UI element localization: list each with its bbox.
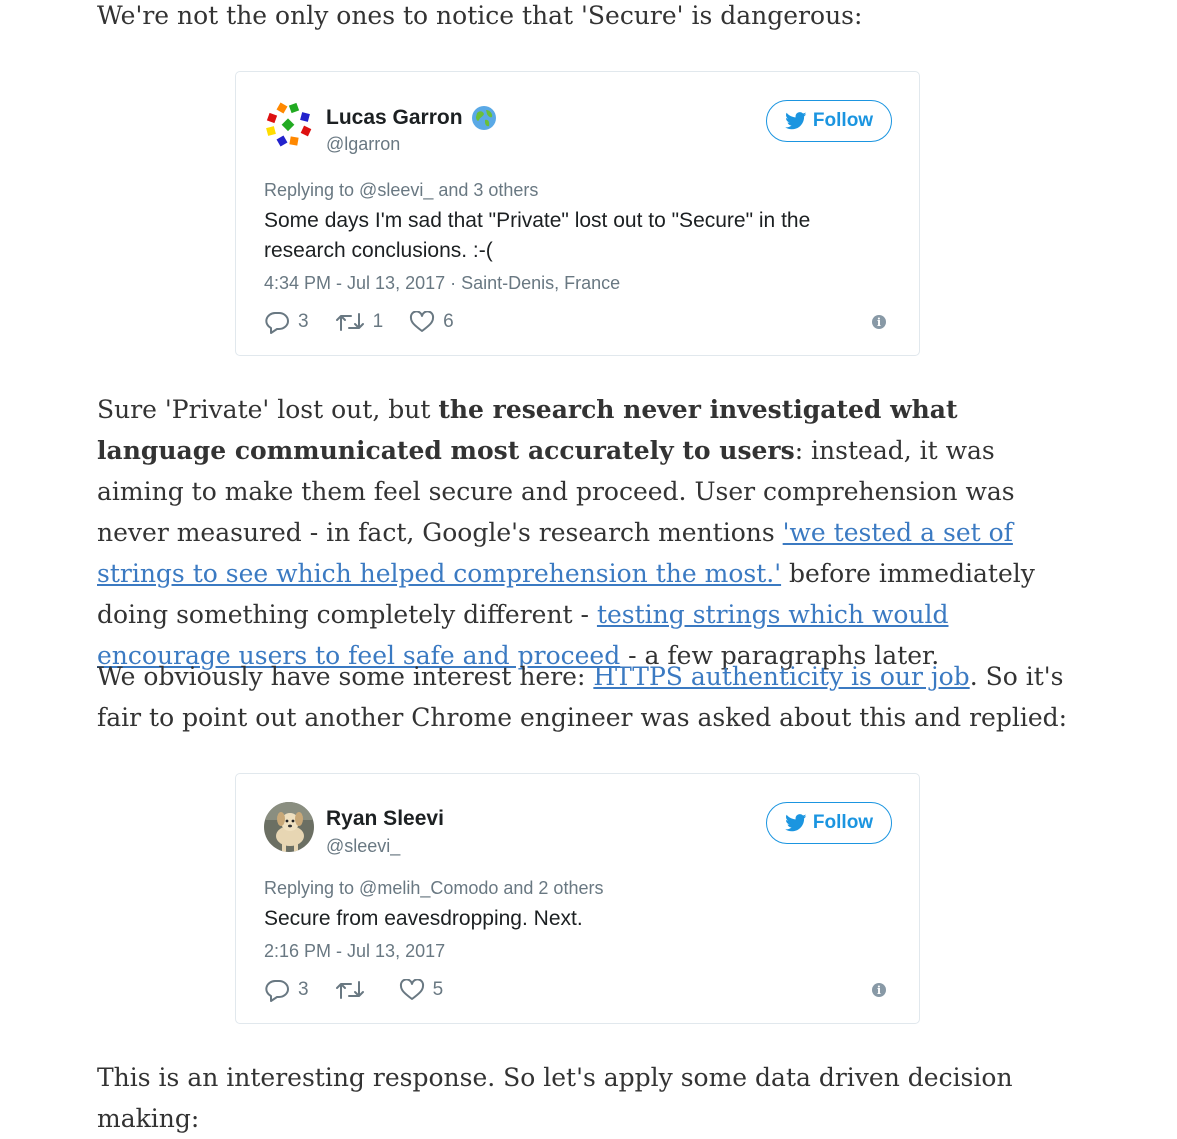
article-paragraph: We obviously have some interest here: HT… xyxy=(97,656,1077,738)
retweet-count: 1 xyxy=(372,311,384,332)
article-paragraph: Sure 'Private' lost out, but the researc… xyxy=(97,389,1077,676)
embedded-tweet: Lucas Garron @lgarron Follow Replying to… xyxy=(235,71,920,356)
reply-count: 3 xyxy=(298,979,309,1000)
info-icon[interactable]: i xyxy=(872,983,886,997)
replying-to[interactable]: Replying to @melih_Comodo and 2 others xyxy=(264,878,603,899)
tweet-author-name[interactable]: Lucas Garron xyxy=(326,105,497,131)
reply-icon xyxy=(265,980,289,1002)
replying-to[interactable]: Replying to @sleevi_ and 3 others xyxy=(264,180,538,201)
avatar[interactable] xyxy=(264,802,314,852)
twitter-bird-icon xyxy=(785,112,807,130)
retweet-icon xyxy=(335,313,364,331)
meta-separator: · xyxy=(450,273,462,293)
heart-icon xyxy=(410,311,435,332)
heart-icon xyxy=(399,979,424,1000)
info-icon[interactable]: i xyxy=(872,315,886,329)
like-action[interactable]: 5 xyxy=(399,979,444,1001)
tweet-text: Secure from eavesdropping. Next. xyxy=(264,907,583,930)
globe-icon xyxy=(471,105,497,131)
tweet-timestamp[interactable]: 2:16 PM - Jul 13, 2017 xyxy=(264,941,445,961)
reply-action[interactable]: 3 xyxy=(264,978,309,1002)
follow-label: Follow xyxy=(812,812,874,833)
text-span: Sure 'Private' lost out, but xyxy=(97,395,439,424)
retweet-action[interactable]: 1 xyxy=(335,311,384,333)
follow-button[interactable]: Follow xyxy=(766,802,892,844)
article-paragraph: We're not the only ones to notice that '… xyxy=(97,1,863,30)
tweet-author-handle[interactable]: @lgarron xyxy=(326,134,400,155)
tweet-timestamp[interactable]: 4:34 PM - Jul 13, 2017 xyxy=(264,273,445,293)
article-paragraph: This is an interesting response. So let'… xyxy=(97,1063,1013,1133)
embedded-tweet: Ryan Sleevi @sleevi_ Follow Replying to … xyxy=(235,773,920,1024)
tweet-text: Some days I'm sad that "Private" lost ou… xyxy=(264,209,811,262)
author-name-text: Lucas Garron xyxy=(326,106,463,129)
text-span: We obviously have some interest here: xyxy=(97,662,594,691)
tweet-meta: 4:34 PM - Jul 13, 2017 · Saint-Denis, Fr… xyxy=(264,273,620,294)
reply-action[interactable]: 3 xyxy=(264,310,309,334)
tweet-actions: 3 5 xyxy=(264,978,469,1002)
https-authenticity-link[interactable]: HTTPS authenticity is our job xyxy=(593,662,969,691)
reply-icon xyxy=(265,312,289,334)
twitter-bird-icon xyxy=(785,814,807,832)
tweet-location[interactable]: Saint-Denis, France xyxy=(461,273,620,293)
like-count: 5 xyxy=(432,979,444,1000)
follow-button[interactable]: Follow xyxy=(766,100,892,142)
like-action[interactable]: 6 xyxy=(409,311,454,333)
reply-count: 3 xyxy=(298,311,309,332)
like-count: 6 xyxy=(443,311,454,332)
follow-label: Follow xyxy=(812,110,874,131)
retweet-icon xyxy=(335,981,364,999)
retweet-action[interactable] xyxy=(335,979,373,1001)
tweet-author-name[interactable]: Ryan Sleevi xyxy=(326,807,444,831)
tweet-meta: 2:16 PM - Jul 13, 2017 xyxy=(264,941,445,962)
tweet-author-handle[interactable]: @sleevi_ xyxy=(326,836,400,857)
tweet-actions: 3 1 6 xyxy=(264,310,480,334)
avatar[interactable] xyxy=(264,100,314,150)
author-name-text: Ryan Sleevi xyxy=(326,807,444,830)
